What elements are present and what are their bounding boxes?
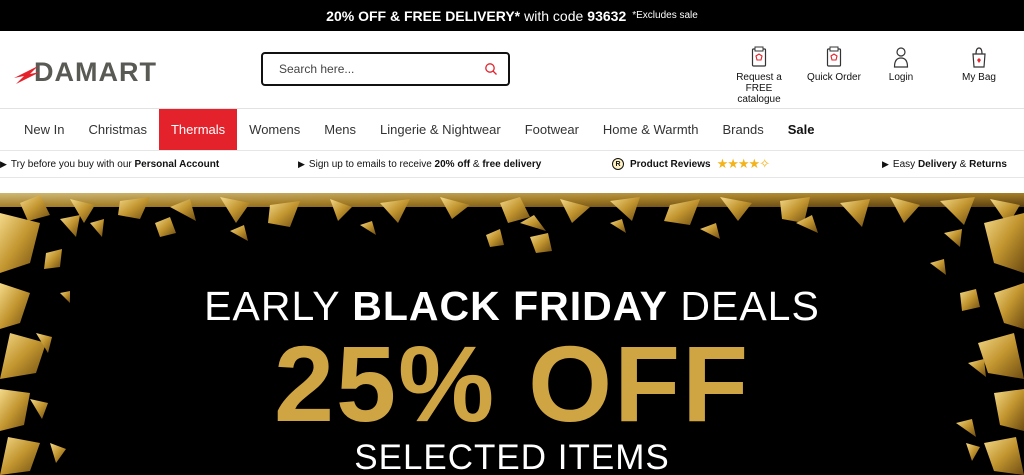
nav-item-mens[interactable]: Mens	[312, 109, 368, 150]
usp-product-reviews[interactable]: R Product Reviews ★★★★✧	[612, 156, 771, 172]
request-catalogue-label: Request a FREE catalogue	[736, 72, 782, 105]
quick-order-link[interactable]: Quick Order	[806, 44, 862, 83]
hero-banner[interactable]: EARLY BLACK FRIDAY DEALS 25% OFF SELECTE…	[0, 193, 1024, 475]
main-nav: New In Christmas Thermals Womens Mens Li…	[0, 109, 1024, 151]
nav-item-sale[interactable]: Sale	[776, 109, 827, 150]
user-icon	[893, 44, 909, 68]
usp-email-signup[interactable]: ▶ Sign up to emails to receive 20% off &…	[298, 159, 541, 170]
usp-try-text: Try before you buy with our	[10, 158, 132, 170]
reviews-badge-icon: R	[612, 158, 624, 170]
usp-email-text: Sign up to emails to receive	[308, 158, 432, 170]
nav-item-womens[interactable]: Womens	[237, 109, 312, 150]
login-label: Login	[888, 72, 914, 83]
usp-personal-account[interactable]: ▶ Try before you buy with our Personal A…	[0, 159, 219, 170]
usp-bar: ▶ Try before you buy with our Personal A…	[0, 151, 1024, 178]
rating-stars-icon: ★★★★✧	[716, 156, 771, 171]
usp-delivery-returns[interactable]: ▶ Easy Delivery & Returns	[882, 159, 1007, 170]
arrow-right-icon: ▶	[882, 158, 889, 169]
logo-swoosh-icon	[12, 60, 40, 86]
quick-order-icon	[826, 44, 842, 68]
usp-try-bold: Personal Account	[134, 158, 220, 170]
bag-icon	[971, 44, 987, 68]
search-icon[interactable]	[484, 62, 498, 76]
nav-item-footwear[interactable]: Footwear	[513, 109, 591, 150]
arrow-right-icon: ▶	[0, 158, 7, 169]
arrow-right-icon: ▶	[298, 158, 305, 169]
promo-code: 93632	[587, 7, 627, 24]
usp-delivery-bold1: Delivery	[917, 158, 957, 170]
damart-logo[interactable]: DAMART	[12, 57, 157, 88]
usp-reviews-label: Product Reviews	[630, 158, 711, 170]
catalogue-icon	[751, 44, 767, 68]
nav-item-home-warmth[interactable]: Home & Warmth	[591, 109, 711, 150]
usp-email-mid: &	[472, 158, 480, 170]
promo-offer: 20% OFF & FREE DELIVERY*	[326, 7, 521, 24]
usp-delivery-mid: &	[959, 158, 967, 170]
nav-item-thermals[interactable]: Thermals	[158, 109, 238, 150]
quick-order-label: Quick Order	[807, 72, 861, 83]
hero-discount: 25% OFF	[273, 323, 751, 444]
login-link[interactable]: Login	[881, 44, 921, 83]
usp-delivery-text: Easy	[892, 158, 916, 170]
hero-selected-items: SELECTED ITEMS	[354, 438, 670, 475]
site-header: DAMART Request a FREE catalogue	[0, 31, 1024, 109]
nav-item-new-in[interactable]: New In	[12, 109, 76, 150]
usp-delivery-bold2: Returns	[969, 158, 1007, 170]
search-input[interactable]	[279, 62, 484, 76]
logo-text: DAMART	[34, 57, 157, 87]
promo-code-prefix: with code	[524, 7, 584, 24]
nav-item-lingerie-nightwear[interactable]: Lingerie & Nightwear	[368, 109, 513, 150]
usp-email-bold1: 20% off	[434, 158, 471, 170]
usp-email-bold2: free delivery	[482, 158, 542, 170]
nav-item-christmas[interactable]: Christmas	[76, 109, 159, 150]
my-bag-label: My Bag	[962, 72, 996, 83]
search-box[interactable]	[261, 52, 510, 86]
promo-banner[interactable]: 20% OFF & FREE DELIVERY* with code 93632…	[0, 0, 1024, 31]
request-catalogue-link[interactable]: Request a FREE catalogue	[729, 44, 789, 105]
promo-excludes: *Excludes sale	[632, 10, 698, 21]
nav-item-brands[interactable]: Brands	[711, 109, 776, 150]
my-bag-link[interactable]: My Bag	[954, 44, 1004, 83]
